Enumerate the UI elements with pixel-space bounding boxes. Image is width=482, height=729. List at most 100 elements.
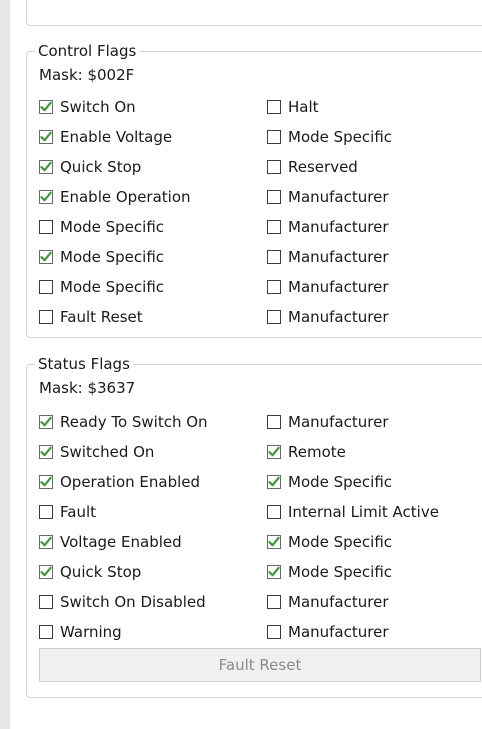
status-right-checkbox-1[interactable]: Remote — [267, 441, 346, 463]
control-right-checkbox-4[interactable]: Manufacturer — [267, 216, 389, 238]
control-right-checkbox-2[interactable]: Reserved — [267, 156, 358, 178]
checkbox-unchecked-icon[interactable] — [267, 160, 281, 174]
status-right-checkbox-5[interactable]: Mode Specific — [267, 561, 392, 583]
control-left-checkbox-0[interactable]: Switch On — [39, 96, 136, 118]
checkbox-label: Manufacturer — [288, 593, 389, 611]
checkbox-checked-icon[interactable] — [267, 535, 281, 549]
status-left-checkbox-3[interactable]: Fault — [39, 501, 96, 523]
checkbox-unchecked-icon[interactable] — [267, 100, 281, 114]
checkbox-label: Quick Stop — [60, 563, 142, 581]
status-left-checkbox-1[interactable]: Switched On — [39, 441, 154, 463]
checkbox-label: Mode Specific — [288, 128, 393, 146]
control-left-checkbox-5[interactable]: Mode Specific — [39, 246, 164, 268]
left-edge-strip — [0, 0, 10, 729]
control-left-checkbox-4[interactable]: Mode Specific — [39, 216, 164, 238]
checkbox-unchecked-icon[interactable] — [39, 310, 53, 324]
control-right-checkbox-6[interactable]: Manufacturer — [267, 276, 389, 298]
checkbox-checked-icon[interactable] — [39, 100, 53, 114]
status-right-checkbox-4[interactable]: Mode Specific — [267, 531, 392, 553]
checkbox-checked-icon[interactable] — [39, 130, 53, 144]
status-flags-title: Status Flags — [35, 354, 133, 374]
checkbox-unchecked-icon[interactable] — [267, 190, 281, 204]
status-right-checkbox-3[interactable]: Internal Limit Active — [267, 501, 439, 523]
control-left-checkbox-3[interactable]: Enable Operation — [39, 186, 191, 208]
checkbox-label: Mode Specific — [60, 218, 165, 236]
status-left-checkbox-6[interactable]: Switch On Disabled — [39, 591, 206, 613]
checkbox-label: Switched On — [60, 443, 155, 461]
checkbox-label: Mode Specific — [60, 278, 165, 296]
checkbox-label: Manufacturer — [288, 413, 389, 431]
checkbox-unchecked-icon[interactable] — [267, 250, 281, 264]
checkbox-checked-icon[interactable] — [267, 475, 281, 489]
status-right-checkbox-6[interactable]: Manufacturer — [267, 591, 389, 613]
status-left-checkbox-4[interactable]: Voltage Enabled — [39, 531, 182, 553]
checkbox-checked-icon[interactable] — [39, 565, 53, 579]
checkbox-unchecked-icon[interactable] — [39, 280, 53, 294]
control-left-checkbox-1[interactable]: Enable Voltage — [39, 126, 172, 148]
checkbox-checked-icon[interactable] — [267, 565, 281, 579]
fault-reset-button[interactable]: Fault Reset — [39, 648, 481, 682]
control-left-checkbox-7[interactable]: Fault Reset — [39, 306, 143, 328]
control-flags-title: Control Flags — [35, 41, 140, 61]
checkbox-checked-icon[interactable] — [267, 445, 281, 459]
checkbox-unchecked-icon[interactable] — [267, 595, 281, 609]
checkbox-checked-icon[interactable] — [39, 415, 53, 429]
status-left-checkbox-0[interactable]: Ready To Switch On — [39, 411, 208, 433]
checkbox-label: Manufacturer — [288, 248, 389, 266]
checkbox-label: Internal Limit Active — [288, 503, 439, 521]
status-right-checkbox-7[interactable]: Manufacturer — [267, 621, 389, 643]
checkbox-checked-icon[interactable] — [39, 190, 53, 204]
control-left-checkbox-6[interactable]: Mode Specific — [39, 276, 164, 298]
status-flags-mask: Mask: $3637 — [39, 379, 136, 397]
checkbox-label: Operation Enabled — [60, 473, 201, 491]
status-left-checkbox-5[interactable]: Quick Stop — [39, 561, 141, 583]
control-right-checkbox-0[interactable]: Halt — [267, 96, 319, 118]
checkbox-label: Voltage Enabled — [60, 533, 182, 551]
checkbox-unchecked-icon[interactable] — [39, 220, 53, 234]
top-panel — [26, 0, 482, 26]
control-flags-mask: Mask: $002F — [39, 66, 135, 84]
control-right-checkbox-7[interactable]: Manufacturer — [267, 306, 389, 328]
checkbox-label: Mode Specific — [288, 563, 393, 581]
checkbox-unchecked-icon[interactable] — [39, 505, 53, 519]
control-left-checkbox-2[interactable]: Quick Stop — [39, 156, 141, 178]
checkbox-checked-icon[interactable] — [39, 250, 53, 264]
checkbox-label: Manufacturer — [288, 188, 389, 206]
checkbox-checked-icon[interactable] — [39, 160, 53, 174]
checkbox-label: Fault — [60, 503, 96, 521]
checkbox-unchecked-icon[interactable] — [39, 625, 53, 639]
checkbox-label: Mode Specific — [288, 533, 393, 551]
checkbox-unchecked-icon[interactable] — [267, 625, 281, 639]
checkbox-label: Manufacturer — [288, 218, 389, 236]
checkbox-label: Mode Specific — [288, 473, 393, 491]
checkbox-unchecked-icon[interactable] — [267, 310, 281, 324]
checkbox-unchecked-icon[interactable] — [267, 220, 281, 234]
checkbox-label: Switch On Disabled — [60, 593, 206, 611]
checkbox-label: Fault Reset — [60, 308, 143, 326]
checkbox-unchecked-icon[interactable] — [39, 595, 53, 609]
status-right-checkbox-0[interactable]: Manufacturer — [267, 411, 389, 433]
status-left-checkbox-7[interactable]: Warning — [39, 621, 122, 643]
checkbox-label: Manufacturer — [288, 308, 389, 326]
control-flags-group: Control Flags Mask: $002F Switch On Enabl… — [26, 41, 482, 338]
checkbox-label: Ready To Switch On — [60, 413, 208, 431]
status-flags-group: Status Flags Mask: $3637 Ready To Switch… — [26, 354, 482, 698]
checkbox-label: Manufacturer — [288, 623, 389, 641]
control-right-checkbox-3[interactable]: Manufacturer — [267, 186, 389, 208]
checkbox-unchecked-icon[interactable] — [267, 505, 281, 519]
checkbox-label: Quick Stop — [60, 158, 142, 176]
checkbox-checked-icon[interactable] — [39, 475, 53, 489]
checkbox-label: Halt — [288, 98, 319, 116]
control-right-checkbox-5[interactable]: Manufacturer — [267, 246, 389, 268]
checkbox-unchecked-icon[interactable] — [267, 280, 281, 294]
control-right-checkbox-1[interactable]: Mode Specific — [267, 126, 392, 148]
status-right-checkbox-2[interactable]: Mode Specific — [267, 471, 392, 493]
checkbox-checked-icon[interactable] — [39, 535, 53, 549]
checkbox-label: Remote — [288, 443, 346, 461]
checkbox-label: Warning — [60, 623, 122, 641]
checkbox-label: Switch On — [60, 98, 136, 116]
status-left-checkbox-2[interactable]: Operation Enabled — [39, 471, 200, 493]
checkbox-checked-icon[interactable] — [39, 445, 53, 459]
checkbox-unchecked-icon[interactable] — [267, 415, 281, 429]
checkbox-unchecked-icon[interactable] — [267, 130, 281, 144]
